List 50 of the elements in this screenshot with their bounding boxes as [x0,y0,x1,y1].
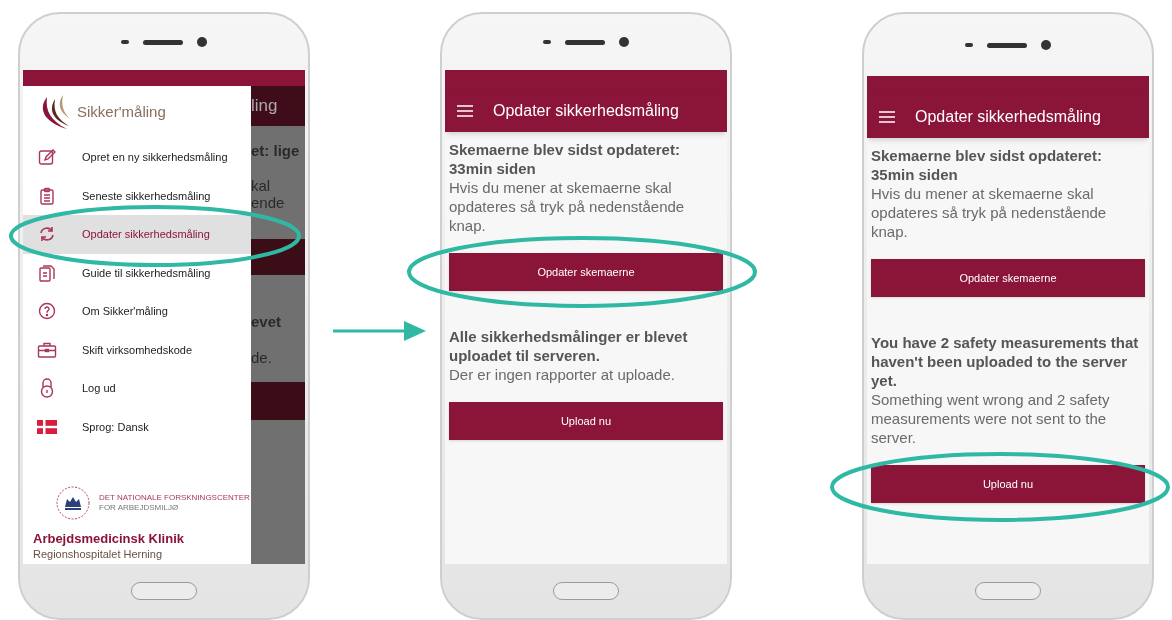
clinic-name: Arbejdsmedicinsk Klinik [33,529,185,548]
action-button[interactable]: Upload nu [871,465,1145,503]
refresh-icon [38,225,56,244]
institute-name: DET NATIONALE FORSKNINGSCENTER [99,492,250,503]
text-fragment: kal [251,176,272,194]
section-text: Der er ingen rapporter at uploade. [449,365,676,384]
hospital-name: Regionshospitalet Herning [33,548,164,560]
section-text: Hvis du mener at skemaerne skal opdateres så tryk på nedenstående knap. [871,184,1108,241]
speaker-icon [143,39,183,45]
help-icon [38,302,56,321]
action-button[interactable]: Upload nu [449,402,723,440]
sensor-icon [121,40,129,44]
sensor-icon [543,40,551,44]
app-bar-title: Opdater sikkerhedsmåling [915,107,1101,127]
action-button[interactable]: Opdater skemaerne [871,259,1145,297]
section-heading: Skemaerne blev sidst opdateret: 35min siden [871,146,1103,184]
camera-icon [197,37,207,47]
menu-icon[interactable] [879,111,895,123]
home-button[interactable] [553,582,619,600]
clipboard-icon [38,186,56,205]
sensor-icon [965,43,973,47]
button-background [251,381,305,420]
home-button[interactable] [131,582,197,600]
section-heading: Skemaerne blev sidst opdateret: 33min siden [449,140,681,178]
documents-icon [38,263,56,282]
text-fragment: de. [251,348,273,368]
text-fragment: et: lige [251,141,301,161]
seal-drawing [55,484,91,521]
action-button[interactable]: Opdater skemaerne [449,253,723,291]
section-text: Hvis du mener at skemaerne skal opdateres så tryk på nedenstående knap. [449,178,686,235]
briefcase-icon [37,340,57,359]
app-name: Sikker'måling [77,101,166,122]
institute-subtitle: FOR ARBEJDSMILJØ [99,502,180,513]
section-text: Something went wrong and 2 safety measurements were not sent to the server. [871,390,1111,447]
section-heading: Alle sikkerhedsmålinger er blevet uploadet til serveren. [449,327,689,365]
speaker-icon [565,39,605,45]
camera-icon [619,37,629,47]
menu-item[interactable]: Opdater sikkerhedsmåling [23,215,251,254]
home-button[interactable] [975,582,1041,600]
text-fragment: evet [251,311,283,332]
app-bar-title: Opdater sikkerhedsmåling [493,101,679,121]
flag-icon [37,419,57,434]
padlock-icon [39,378,55,399]
speaker-icon [987,42,1027,48]
section-heading: You have 2 safety measurements that haven't been uploaded to the server yet. [871,333,1140,390]
edit-icon [38,148,56,167]
app-bar-title: ling [251,86,305,126]
text-fragment: ende [251,193,286,211]
camera-icon [1041,40,1051,50]
menu-icon[interactable] [457,105,473,117]
